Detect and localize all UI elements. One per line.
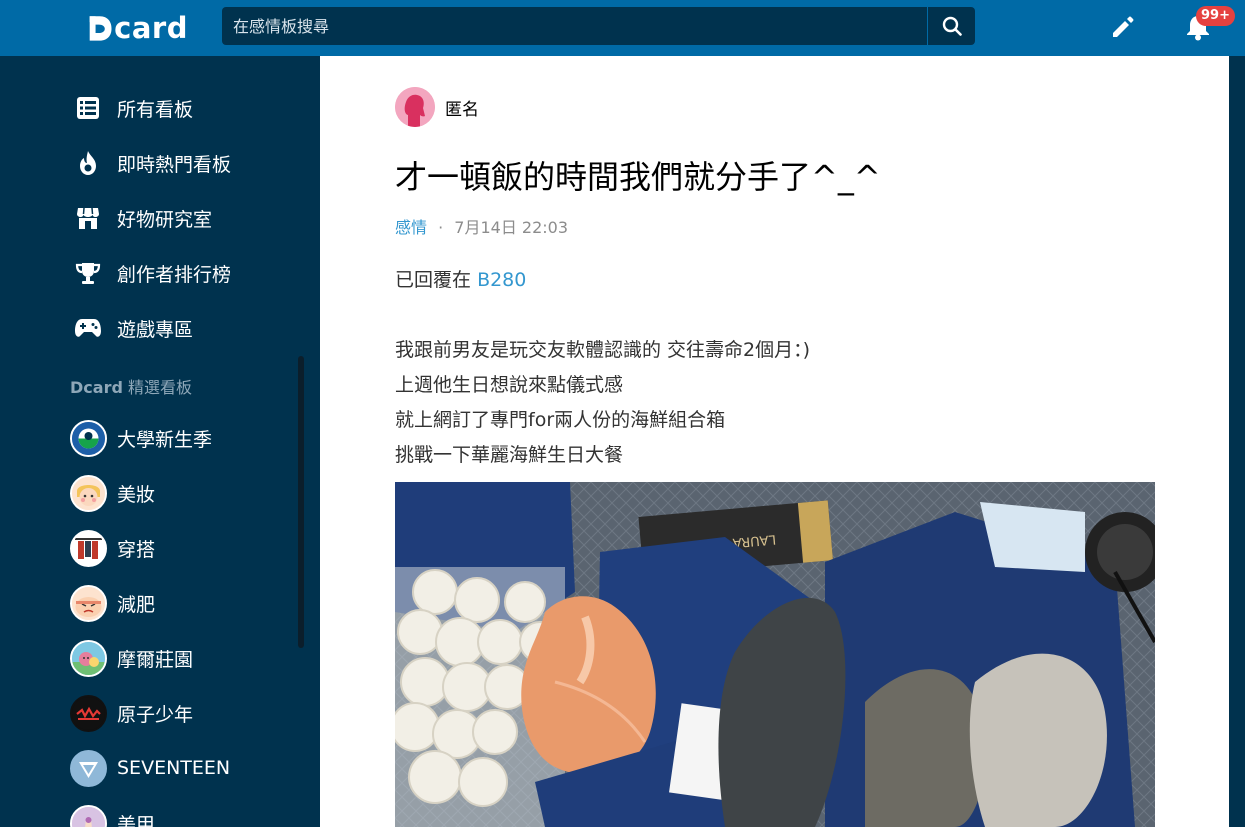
sidebar-item-label: 所有看板 — [117, 98, 194, 121]
board-avatar-fashion — [70, 529, 107, 567]
sidebar-board-mole-manor[interactable]: 摩爾莊園 — [70, 638, 193, 678]
search-bar — [222, 7, 975, 45]
sidebar-board-fashion[interactable]: 穿搭 — [70, 528, 155, 568]
list-icon — [70, 90, 106, 126]
notification-badge: 99+ — [1196, 6, 1235, 26]
sidebar-item-label: 好物研究室 — [117, 208, 213, 231]
sidebar-item-label: 遊戲專區 — [117, 318, 194, 341]
dcard-logo[interactable]: card — [88, 8, 188, 48]
sidebar-item-creator-ranking[interactable]: 創作者排行榜 — [70, 253, 231, 293]
search-icon — [942, 16, 962, 36]
board-avatar-seventeen — [70, 749, 107, 787]
page-right-margin — [1229, 56, 1245, 827]
board-avatar-diet — [70, 584, 107, 622]
trophy-icon — [70, 255, 106, 291]
board-avatar-freshman — [70, 419, 107, 457]
meta-separator: · — [438, 218, 444, 237]
sidebar-item-hot-boards[interactable]: 即時熱門看板 — [70, 143, 231, 183]
search-button[interactable] — [927, 7, 975, 45]
post-author: 匿名 — [395, 87, 479, 127]
board-avatar-mole-manor — [70, 639, 107, 677]
write-post-button[interactable] — [1108, 12, 1138, 42]
post-body-line: 就上網訂了專門for兩人份的海鮮組合箱 — [395, 409, 726, 431]
pencil-icon — [1113, 16, 1134, 37]
seafood-photo-illustration: LAURA IOIOA — [395, 482, 1155, 827]
sidebar-scrollbar[interactable] — [298, 356, 304, 648]
board-label: 減肥 — [117, 593, 156, 616]
board-label: 美妝 — [117, 483, 156, 506]
gamepad-icon — [70, 310, 106, 346]
sidebar-item-label: 創作者排行榜 — [117, 263, 232, 286]
reply-prefix: 已回覆在 — [395, 269, 472, 291]
sidebar-board-diet[interactable]: 減肥 — [70, 583, 155, 623]
board-label: 原子少年 — [117, 703, 194, 726]
section-title-text: 精選看板 — [128, 378, 193, 397]
section-brand: Dcard — [70, 378, 123, 397]
board-label: 大學新生季 — [117, 428, 213, 451]
sidebar-board-freshman[interactable]: 大學新生季 — [70, 418, 212, 458]
store-icon — [70, 200, 106, 236]
author-name: 匿名 — [445, 99, 479, 120]
board-label: 摩爾莊園 — [117, 648, 194, 671]
post-photo-seafood-box[interactable]: LAURA IOIOA — [395, 482, 1155, 827]
sidebar-board-makeup[interactable]: 美妝 — [70, 473, 155, 513]
post-forum-link[interactable]: 感情 — [395, 218, 427, 237]
board-avatar-atom-boys — [70, 694, 107, 732]
top-navigation-bar: card 99+ — [0, 0, 1245, 56]
search-input[interactable] — [222, 7, 927, 45]
board-label: 穿搭 — [117, 538, 156, 561]
post-date: 7月14日 22:03 — [454, 218, 569, 237]
post-body-line: 挑戰一下華麗海鮮生日大餐 — [395, 444, 624, 466]
post-container: 匿名 才一頓飯的時間我們就分手了^_^ 感情 · 7月14日 22:03 已回覆… — [320, 56, 1229, 827]
sidebar-item-goods-lab[interactable]: 好物研究室 — [70, 198, 212, 238]
featured-boards-heading: Dcard 精選看板 — [70, 374, 192, 398]
sidebar-board-atom-boys[interactable]: 原子少年 — [70, 693, 193, 733]
post-body-line: 上週他生日想說來點儀式感 — [395, 374, 624, 396]
board-avatar-makeup — [70, 474, 107, 512]
sidebar-item-all-boards[interactable]: 所有看板 — [70, 88, 193, 128]
fire-icon — [70, 145, 106, 181]
reply-floor-link[interactable]: B280 — [477, 269, 526, 291]
board-label: SEVENTEEN — [117, 757, 231, 779]
sidebar: 所有看板 即時熱門看板 好物研究室 創作者排行榜 遊戲專區 Dcard 精選看板… — [0, 56, 320, 827]
sidebar-item-label: 即時熱門看板 — [117, 153, 232, 176]
anonymous-female-avatar-icon — [395, 87, 435, 127]
reply-info: 已回覆在 B280 — [395, 265, 526, 292]
board-label: 美甲 — [117, 813, 156, 827]
dcard-logo-icon — [89, 16, 112, 41]
post-body-line: 我跟前男友是玩交友軟體認識的 交往壽命2個月：) — [395, 339, 811, 361]
sidebar-item-games[interactable]: 遊戲專區 — [70, 308, 193, 348]
post-title: 才一頓飯的時間我們就分手了^_^ — [395, 158, 881, 196]
board-avatar-nails — [70, 804, 107, 827]
logo-text: card — [114, 11, 188, 45]
sidebar-board-nails[interactable]: 美甲 — [70, 803, 155, 827]
post-meta: 感情 · 7月14日 22:03 — [395, 214, 568, 238]
sidebar-board-seventeen[interactable]: SEVENTEEN — [70, 748, 230, 788]
